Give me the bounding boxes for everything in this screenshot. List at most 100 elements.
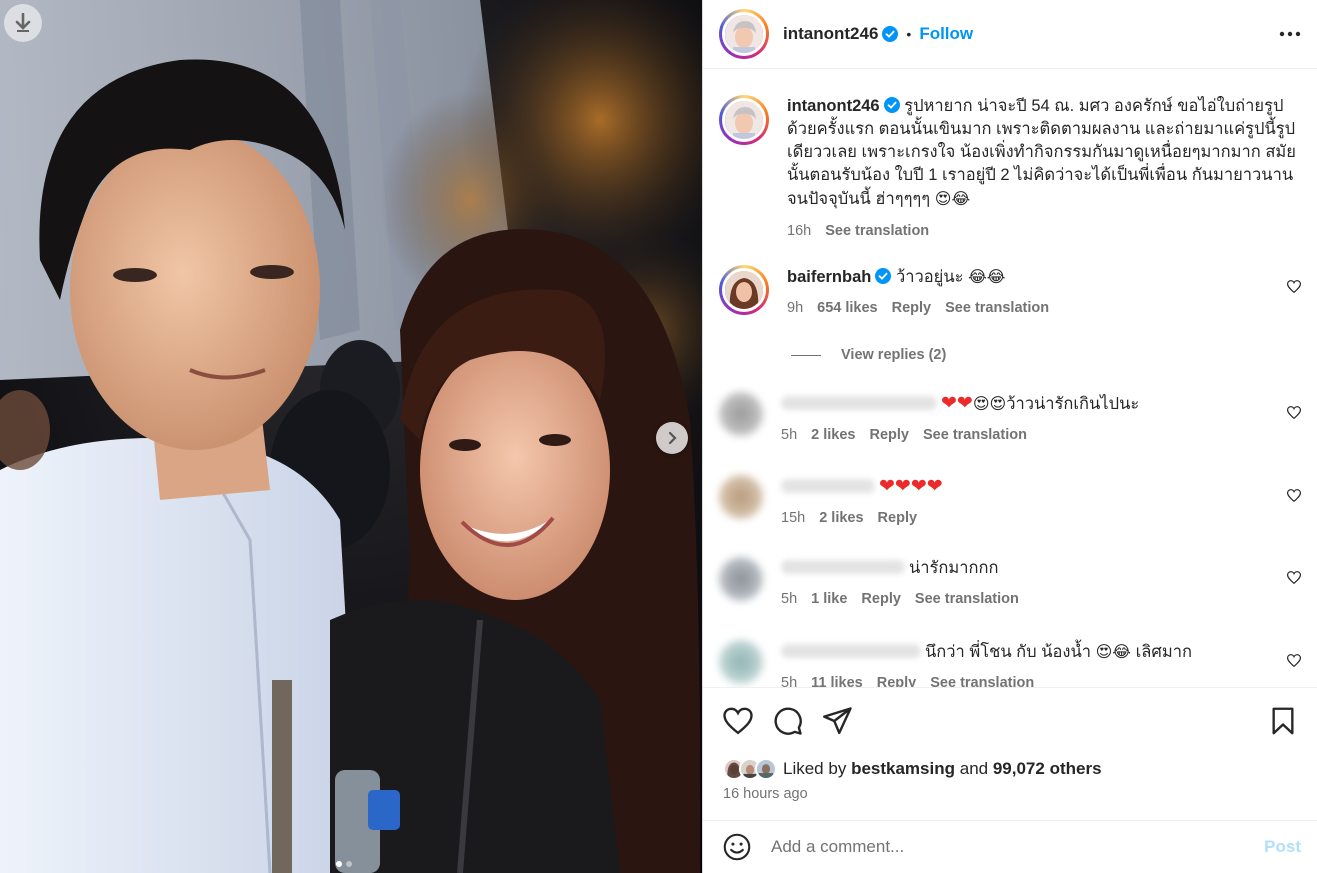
comment-time[interactable]: 9h bbox=[787, 297, 803, 320]
carousel-dot bbox=[346, 861, 352, 867]
heart-icon[interactable] bbox=[723, 707, 753, 735]
comment-time[interactable]: 5h bbox=[781, 672, 797, 687]
reply-button[interactable]: Reply bbox=[861, 588, 901, 611]
comment-likes[interactable]: 2 likes bbox=[819, 507, 863, 530]
verified-icon bbox=[882, 26, 899, 42]
carousel-next-button[interactable] bbox=[656, 422, 688, 454]
comment-likes[interactable]: 654 likes bbox=[817, 297, 877, 320]
post-timestamp[interactable]: 16 hours ago bbox=[723, 786, 808, 802]
comment-emojis: 😂😂 bbox=[968, 267, 1006, 286]
reply-button[interactable]: Reply bbox=[877, 672, 917, 687]
author-avatar[interactable] bbox=[719, 9, 769, 59]
comment-time[interactable]: 15h bbox=[781, 507, 805, 530]
verified-icon bbox=[883, 97, 900, 113]
liker-avatar[interactable] bbox=[755, 758, 777, 780]
comment-icon[interactable] bbox=[773, 706, 803, 736]
comment-meta: 15h 2 likes Reply bbox=[781, 507, 1291, 530]
post-viewer: intanont246 • Follow intanont246 รูปหายา… bbox=[0, 0, 1317, 873]
comment-meta: 5h 2 likes Reply See translation bbox=[781, 424, 1291, 447]
comment-heart-icon[interactable] bbox=[1287, 654, 1301, 667]
comment-input[interactable] bbox=[771, 837, 1265, 857]
commenter-avatar[interactable] bbox=[719, 640, 763, 684]
caption-avatar[interactable] bbox=[719, 95, 769, 145]
reply-button[interactable]: Reply bbox=[892, 297, 932, 320]
comment-time[interactable]: 5h bbox=[781, 424, 797, 447]
caption: intanont246 รูปหายาก น่าจะปี 54 ณ. มศว อ… bbox=[719, 95, 1305, 243]
comment-item: baifernbah ว้าวอยู่นะ 😂😂 9h 654 likes Re… bbox=[719, 265, 1305, 320]
carousel-dot bbox=[336, 861, 342, 867]
commenter-username-blurred[interactable] bbox=[781, 560, 905, 574]
caption-see-translation[interactable]: See translation bbox=[825, 220, 929, 243]
download-icon bbox=[15, 13, 31, 32]
comment-time[interactable]: 5h bbox=[781, 588, 797, 611]
comment-meta: 5h 11 likes Reply See translation bbox=[781, 672, 1291, 687]
comment-emojis: 😍😍 bbox=[972, 394, 1007, 413]
view-replies-label: View replies (2) bbox=[841, 347, 947, 363]
comment-item: ❤❤❤❤ 15h 2 likes Reply bbox=[719, 475, 1305, 530]
bookmark-icon[interactable] bbox=[1271, 707, 1295, 735]
reply-button[interactable]: Reply bbox=[869, 424, 909, 447]
see-translation-button[interactable]: See translation bbox=[923, 424, 1027, 447]
emoji-icon[interactable] bbox=[723, 833, 751, 861]
post-sidebar: intanont246 • Follow intanont246 รูปหายา… bbox=[702, 0, 1317, 873]
view-replies-button[interactable]: View replies (2) bbox=[791, 347, 946, 363]
comment-heart-icon[interactable] bbox=[1287, 571, 1301, 584]
comment-item: น่ารักมากกก 5h 1 like Reply See translat… bbox=[719, 557, 1305, 611]
comment-item: ❤❤😍😍ว้าวน่ารักเกินไปนะ 5h 2 likes Reply … bbox=[719, 392, 1305, 447]
replies-divider bbox=[791, 354, 821, 356]
download-button[interactable] bbox=[4, 4, 42, 42]
liked-by-prefix: Liked by bbox=[783, 759, 847, 778]
comment-text: น่ารักมากกก bbox=[909, 559, 999, 577]
commenter-username-blurred[interactable] bbox=[781, 396, 937, 410]
comment-hearts: ❤❤ bbox=[941, 392, 973, 414]
dot-separator: • bbox=[906, 26, 912, 42]
reply-button[interactable]: Reply bbox=[878, 507, 918, 530]
post-media[interactable] bbox=[0, 0, 702, 873]
comment-heart-icon[interactable] bbox=[1287, 280, 1301, 293]
comment-emojis: 😍😂 bbox=[1095, 642, 1131, 661]
comment-meta: 9h 654 likes Reply See translation bbox=[787, 297, 1297, 320]
commenter-username[interactable]: baifernbah bbox=[787, 268, 871, 286]
add-comment-bar: Post bbox=[703, 820, 1317, 873]
likes-summary: Liked by bestkamsing and 99,072 others bbox=[723, 758, 1102, 780]
comment-likes[interactable]: 1 like bbox=[811, 588, 847, 611]
commenter-avatar[interactable] bbox=[719, 557, 763, 601]
commenter-username-blurred[interactable] bbox=[781, 644, 921, 658]
comment-likes[interactable]: 2 likes bbox=[811, 424, 855, 447]
comment-text: ว้าวน่ารักเกินไปนะ bbox=[1006, 395, 1140, 413]
caption-username[interactable]: intanont246 bbox=[787, 97, 880, 115]
see-translation-button[interactable]: See translation bbox=[930, 672, 1034, 687]
comment-heart-icon[interactable] bbox=[1287, 406, 1301, 419]
comment-text-after: เลิศมาก bbox=[1135, 643, 1192, 661]
post-comment-button[interactable]: Post bbox=[1264, 837, 1301, 857]
caption-emojis: 😍😂 bbox=[934, 189, 971, 208]
carousel-indicator bbox=[336, 861, 352, 867]
author-username[interactable]: intanont246 bbox=[783, 24, 878, 44]
comment-hearts: ❤❤❤❤ bbox=[879, 475, 943, 497]
post-photo bbox=[0, 0, 702, 873]
commenter-username-blurred[interactable] bbox=[781, 479, 875, 493]
see-translation-button[interactable]: See translation bbox=[915, 588, 1019, 611]
verified-icon bbox=[875, 268, 892, 284]
commenter-avatar[interactable] bbox=[719, 475, 763, 519]
likes-and: and bbox=[959, 759, 989, 778]
more-icon[interactable] bbox=[1279, 31, 1301, 37]
comment-heart-icon[interactable] bbox=[1287, 489, 1301, 502]
post-actions: Liked by bestkamsing and 99,072 others 1… bbox=[703, 687, 1317, 820]
caption-time[interactable]: 16h bbox=[787, 220, 811, 243]
likes-others[interactable]: 99,072 others bbox=[993, 759, 1102, 778]
commenter-avatar[interactable] bbox=[719, 265, 769, 315]
comment-meta: 5h 1 like Reply See translation bbox=[781, 588, 1291, 611]
commenter-avatar[interactable] bbox=[719, 392, 763, 436]
liked-by-user[interactable]: bestkamsing bbox=[851, 759, 955, 778]
follow-button[interactable]: Follow bbox=[919, 24, 973, 44]
post-header: intanont246 • Follow bbox=[703, 0, 1317, 69]
comment-likes[interactable]: 11 likes bbox=[811, 672, 863, 687]
comment-text: นึกว่า พี่โชน กับ น้องน้ำ bbox=[925, 643, 1092, 661]
caption-meta: 16h See translation bbox=[787, 220, 1297, 243]
see-translation-button[interactable]: See translation bbox=[945, 297, 1049, 320]
comment-item: นึกว่า พี่โชน กับ น้องน้ำ 😍😂 เลิศมาก 5h … bbox=[719, 640, 1305, 687]
share-icon[interactable] bbox=[823, 707, 853, 735]
chevron-right-icon bbox=[668, 431, 677, 445]
comments-list[interactable]: intanont246 รูปหายาก น่าจะปี 54 ณ. มศว อ… bbox=[703, 69, 1317, 687]
